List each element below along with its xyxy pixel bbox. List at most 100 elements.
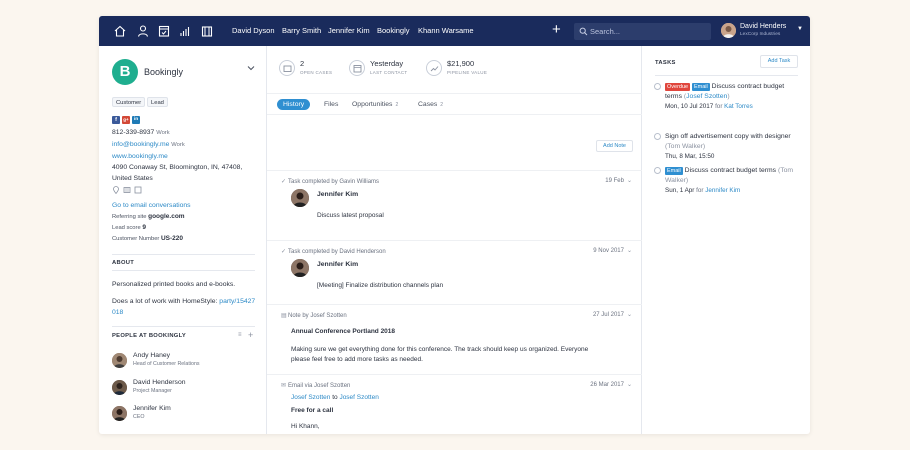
tab-files[interactable]: Files (324, 101, 338, 108)
history-item-body: Discuss latest proposal (317, 212, 384, 219)
tab-opportunities[interactable]: Opportunities 2 (352, 101, 398, 108)
tasks-title: TASKS (655, 60, 676, 66)
note-title: Annual Conference Portland 2018 (291, 328, 396, 335)
history-item-person[interactable]: Jennifer Kim (317, 191, 358, 198)
task-title[interactable]: Sign off advertisement copy with designe… (665, 133, 791, 140)
history-item-date[interactable]: 9 Nov 2017 ⌄ (593, 247, 632, 254)
email-link[interactable]: info@bookingly.me (112, 141, 169, 148)
task-for-link[interactable]: Kat Torres (724, 103, 753, 110)
user-avatar (721, 23, 736, 38)
user-menu[interactable]: David Henders LexCorp Industries ▼ (721, 22, 807, 41)
divider (112, 254, 255, 255)
nav-link-khann-warsame[interactable]: Khann Warsame (418, 26, 474, 35)
website-link[interactable]: www.bookingly.me (112, 153, 168, 160)
task-assignee-name[interactable]: Tom Walker (667, 143, 703, 150)
person-name[interactable]: David Henderson (133, 379, 186, 386)
bar-chart-icon[interactable] (178, 24, 192, 38)
about-link[interactable]: party/15427 (219, 298, 255, 305)
task-meta: Sun, 1 Apr for Jennifer Kim (665, 187, 740, 194)
nav-link-barry-smith[interactable]: Barry Smith (282, 26, 321, 35)
search-icon (579, 27, 588, 36)
task-text: Email Discuss contract budget terms (Tom… (665, 166, 803, 186)
history-item-title: Note by Josef Szotten (288, 313, 347, 319)
add-note-button[interactable]: Add Note (596, 140, 633, 152)
email-subject: Free for a call (291, 407, 334, 414)
avatar (112, 380, 127, 395)
stat-label: PIPELINE VALUE (447, 70, 488, 75)
date-text: 9 Nov 2017 (593, 248, 624, 254)
history-item-date[interactable]: 19 Feb ⌄ (605, 177, 632, 184)
tab-count: 2 (395, 102, 399, 108)
home-icon[interactable] (113, 24, 127, 38)
search-input[interactable] (590, 25, 705, 38)
history-item: ✓ Task completed by Gavin Williams 19 Feb… (267, 170, 642, 240)
task-for-link[interactable]: Jennifer Kim (705, 187, 740, 194)
task-checkbox[interactable] (654, 133, 661, 140)
person-name[interactable]: Andy Haney (133, 352, 170, 359)
chevron-down-icon: ▼ (797, 26, 803, 32)
nav-link-bookingly[interactable]: Bookingly (377, 26, 410, 35)
email-from[interactable]: Josef Szotten (291, 394, 330, 401)
person-item[interactable]: David Henderson Project Manager (112, 378, 262, 398)
person-item[interactable]: Andy Haney Head of Customer Relations (112, 351, 262, 371)
person-item[interactable]: Jennifer Kim CEO (112, 404, 262, 424)
nav-link-jennifer-kim[interactable]: Jennifer Kim (328, 26, 370, 35)
chevron-down-icon[interactable] (247, 64, 255, 72)
tag-customer[interactable]: Customer (112, 97, 146, 107)
facebook-icon[interactable]: f (112, 116, 120, 124)
about-line-2-text: Does a lot of work with HomeStyle: (112, 298, 218, 305)
about-link-continued[interactable]: 018 (112, 309, 123, 316)
briefcase-icon[interactable] (200, 24, 214, 38)
stat-value: 2 (300, 59, 305, 68)
tab-cases[interactable]: Cases 2 (418, 101, 443, 108)
linkedin-icon[interactable]: in (132, 116, 140, 124)
person-icon[interactable] (136, 24, 150, 38)
map-pin-icon[interactable] (112, 186, 120, 195)
phone-number[interactable]: 812-339-8937 (112, 129, 154, 136)
task-assignee: (Tom Walker) (665, 143, 706, 150)
task-checkbox[interactable] (654, 83, 661, 90)
history-item-person[interactable]: Jennifer Kim (317, 261, 358, 268)
list-icon[interactable]: ≡ (238, 332, 242, 338)
history-item-note: ▤Note by Josef Szotten 27 Jul 2017 ⌄ Annu… (267, 304, 642, 374)
history-item: ✓ Task completed by David Henderson 9 Nov… (267, 240, 642, 310)
folder-icon (279, 60, 295, 76)
task-assignee-link[interactable]: Josef Szotten (686, 93, 727, 100)
history-item-date[interactable]: 26 Mar 2017 ⌄ (590, 381, 632, 388)
email-to[interactable]: Josef Szotten (339, 394, 378, 401)
tab-history[interactable]: History (277, 99, 311, 110)
customer-number-row: Customer Number US-220 (112, 235, 183, 242)
email-row: info@bookingly.me Work (112, 141, 185, 148)
tab-count: 2 (440, 102, 444, 108)
divider (655, 75, 798, 76)
search-box[interactable] (574, 23, 711, 40)
nav-link-david-dyson[interactable]: David Dyson (232, 26, 275, 35)
history-item-email: ✉ Email via Josef Szotten 26 Mar 2017 ⌄ Jo… (267, 374, 642, 434)
referring-site-label: Referring site (112, 214, 147, 220)
overdue-badge: Overdue (665, 83, 691, 91)
stat-value: $21,900 (447, 59, 475, 68)
task-title[interactable]: Discuss contract budget terms (685, 167, 776, 174)
envelope-icon: ✉ (281, 383, 287, 389)
google-plus-icon[interactable]: g+ (122, 116, 130, 124)
tag-lead[interactable]: Lead (147, 97, 168, 107)
history-item-date[interactable]: 27 Jul 2017 ⌄ (593, 311, 632, 318)
email-conversations-link[interactable]: Go to email conversations (112, 202, 191, 209)
chevron-down-icon: ⌄ (626, 382, 632, 388)
calendar-check-icon[interactable] (157, 24, 171, 38)
person-name[interactable]: Jennifer Kim (133, 405, 171, 412)
tasks-panel: TASKS Add Task Overdue Email Discuss con… (642, 46, 810, 434)
copy-icon[interactable] (134, 186, 142, 194)
user-company: LexCorp Industries (740, 32, 781, 37)
task-assignee: (Josef Szotten) (683, 93, 730, 100)
add-person-icon[interactable]: + (248, 330, 253, 340)
task-for-word: for (715, 103, 723, 110)
map-icon[interactable] (123, 186, 131, 194)
add-task-button[interactable]: Add Task (760, 55, 798, 68)
task-checkbox[interactable] (654, 167, 661, 174)
add-button[interactable]: + (552, 22, 561, 38)
history-item-header: ✉ Email via Josef Szotten (281, 382, 350, 389)
company-logo: B (112, 59, 138, 85)
task-meta: Thu, 8 Mar, 15:50 (665, 153, 714, 160)
chevron-down-icon: ⌄ (626, 312, 632, 318)
